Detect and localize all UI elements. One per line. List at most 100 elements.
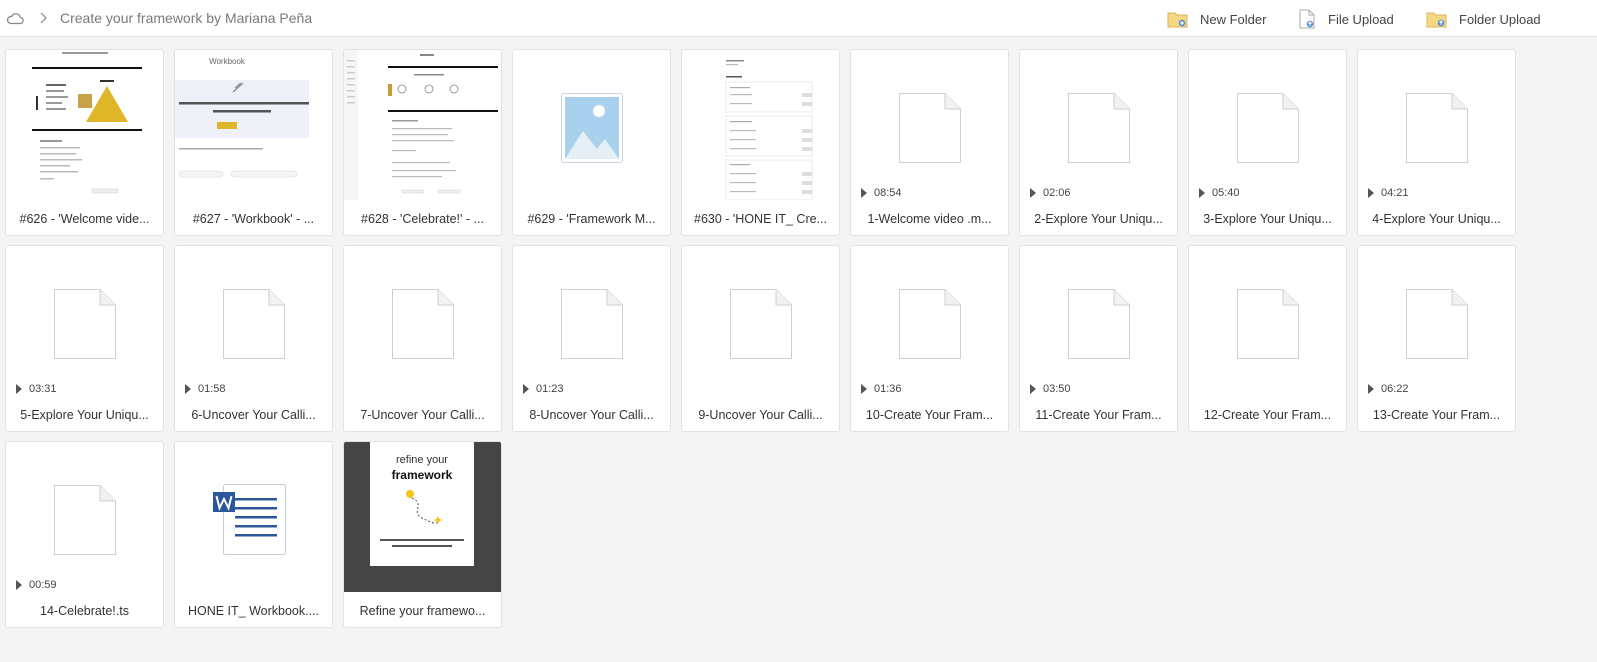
duration-text: 01:36 <box>874 383 902 395</box>
file-tile[interactable]: refine your framework Refine your framew… <box>343 441 502 628</box>
play-icon <box>16 384 22 394</box>
file-name: 8-Uncover Your Calli... <box>529 408 654 422</box>
generic-file-icon <box>392 289 454 359</box>
file-tile[interactable]: 01:23 8-Uncover Your Calli... <box>512 245 671 432</box>
generic-file-icon <box>730 289 792 359</box>
new-folder-label: New Folder <box>1200 11 1267 27</box>
file-name: 11-Create Your Fram... <box>1035 408 1162 422</box>
duration-text: 03:50 <box>1043 383 1071 395</box>
generic-file-icon <box>1068 93 1130 163</box>
video-duration: 01:36 <box>861 383 902 395</box>
video-duration: 03:31 <box>16 383 57 395</box>
duration-text: 04:21 <box>1381 187 1409 199</box>
play-icon <box>1368 384 1374 394</box>
file-tile[interactable]: #628 - 'Celebrate!' - ... <box>343 49 502 236</box>
file-tile[interactable]: 9-Uncover Your Calli... <box>681 245 840 432</box>
generic-file-icon <box>1237 93 1299 163</box>
file-tile[interactable]: 04:21 4-Explore Your Uniqu... <box>1357 49 1516 236</box>
cover-line-1: refine your <box>396 454 448 466</box>
file-name: #628 - 'Celebrate!' - ... <box>361 212 484 226</box>
new-folder-icon <box>1167 12 1188 28</box>
document-thumbnail <box>344 50 501 200</box>
top-bar: Create your framework by Mariana Peña Ne… <box>0 0 1597 37</box>
file-name: 7-Uncover Your Calli... <box>360 408 485 422</box>
file-name: #627 - 'Workbook' - ... <box>192 212 315 226</box>
file-name: 5-Explore Your Uniqu... <box>20 408 149 422</box>
file-tile[interactable]: HONE IT_ Workbook.... <box>174 441 333 628</box>
file-name: HONE IT_ Workbook.... <box>187 604 320 618</box>
document-thumbnail: Workbook <box>175 50 332 200</box>
video-duration: 05:40 <box>1199 187 1240 199</box>
play-icon <box>1199 188 1205 198</box>
file-upload-label: File Upload <box>1328 11 1394 27</box>
file-tile[interactable]: 06:22 13-Create Your Fram... <box>1357 245 1516 432</box>
file-name: 6-Uncover Your Calli... <box>191 408 316 422</box>
play-icon <box>1030 188 1036 198</box>
file-tile[interactable]: 03:31 5-Explore Your Uniqu... <box>5 245 164 432</box>
breadcrumb: Create your framework by Mariana Peña <box>6 8 312 28</box>
file-tile[interactable]: Workbook #627 - 'Workbook' - ... <box>174 49 333 236</box>
video-duration: 01:23 <box>523 383 564 395</box>
video-duration: 01:58 <box>185 383 226 395</box>
breadcrumb-current-folder: Create your framework by Mariana Peña <box>60 10 313 26</box>
duration-text: 01:23 <box>536 383 564 395</box>
file-tile[interactable]: #630 - 'HONE IT_ Cre... <box>681 49 840 236</box>
play-icon <box>1030 384 1036 394</box>
generic-file-icon <box>1406 93 1468 163</box>
file-tile[interactable]: #626 - 'Welcome vide... <box>5 49 164 236</box>
file-name: 10-Create Your Fram... <box>865 408 994 422</box>
image-thumbnail <box>513 50 670 200</box>
cover-thumbnail: refine your framework <box>344 442 501 592</box>
file-name: 14-Celebrate!.ts <box>40 604 129 618</box>
video-duration: 03:50 <box>1030 383 1071 395</box>
generic-file-icon <box>1406 289 1468 359</box>
file-tile[interactable]: 02:06 2-Explore Your Uniqu... <box>1019 49 1178 236</box>
document-thumbnail <box>6 50 163 200</box>
file-name: 1-Welcome video .m... <box>867 212 992 226</box>
file-name: 3-Explore Your Uniqu... <box>1203 212 1332 226</box>
generic-file-icon <box>54 289 116 359</box>
cloud-icon[interactable] <box>6 11 24 25</box>
duration-text: 05:40 <box>1212 187 1240 199</box>
duration-text: 01:58 <box>198 383 226 395</box>
new-folder-button[interactable]: New Folder <box>1167 8 1266 30</box>
play-icon <box>185 384 191 394</box>
duration-text: 08:54 <box>874 187 902 199</box>
file-name: #630 - 'HONE IT_ Cre... <box>694 212 827 226</box>
generic-file-icon <box>899 93 961 163</box>
image-placeholder-icon <box>561 93 623 163</box>
file-tile[interactable]: 01:58 6-Uncover Your Calli... <box>174 245 333 432</box>
file-upload-icon <box>1299 9 1315 29</box>
folder-upload-icon <box>1426 12 1447 28</box>
video-duration: 08:54 <box>861 187 902 199</box>
folder-upload-button[interactable]: Folder Upload <box>1426 8 1541 30</box>
duration-text: 03:31 <box>29 383 57 395</box>
play-icon <box>1368 188 1374 198</box>
file-tile[interactable]: 08:54 1-Welcome video .m... <box>850 49 1009 236</box>
duration-text: 02:06 <box>1043 187 1071 199</box>
word-document-icon <box>213 484 286 555</box>
document-thumbnail <box>682 50 839 200</box>
file-tile[interactable]: 12-Create Your Fram... <box>1188 245 1347 432</box>
chevron-right-icon <box>40 12 47 24</box>
file-tile[interactable]: #629 - 'Framework M... <box>512 49 671 236</box>
file-tile[interactable]: 00:59 14-Celebrate!.ts <box>5 441 164 628</box>
cover-line-2: framework <box>391 468 453 482</box>
file-name: 4-Explore Your Uniqu... <box>1372 212 1501 226</box>
video-duration: 02:06 <box>1030 187 1071 199</box>
generic-file-icon <box>54 485 116 555</box>
file-tile[interactable]: 7-Uncover Your Calli... <box>343 245 502 432</box>
duration-text: 06:22 <box>1381 383 1409 395</box>
file-tile[interactable]: 03:50 11-Create Your Fram... <box>1019 245 1178 432</box>
path-illustration-icon <box>406 490 443 524</box>
generic-file-icon <box>1068 289 1130 359</box>
file-tile[interactable]: 05:40 3-Explore Your Uniqu... <box>1188 49 1347 236</box>
play-icon <box>523 384 529 394</box>
file-name: #629 - 'Framework M... <box>527 212 656 226</box>
video-duration: 04:21 <box>1368 187 1409 199</box>
duration-text: 00:59 <box>29 579 57 591</box>
file-tile[interactable]: 01:36 10-Create Your Fram... <box>850 245 1009 432</box>
play-icon <box>16 580 22 590</box>
folder-upload-label: Folder Upload <box>1459 11 1541 27</box>
file-upload-button[interactable]: File Upload <box>1298 8 1394 30</box>
